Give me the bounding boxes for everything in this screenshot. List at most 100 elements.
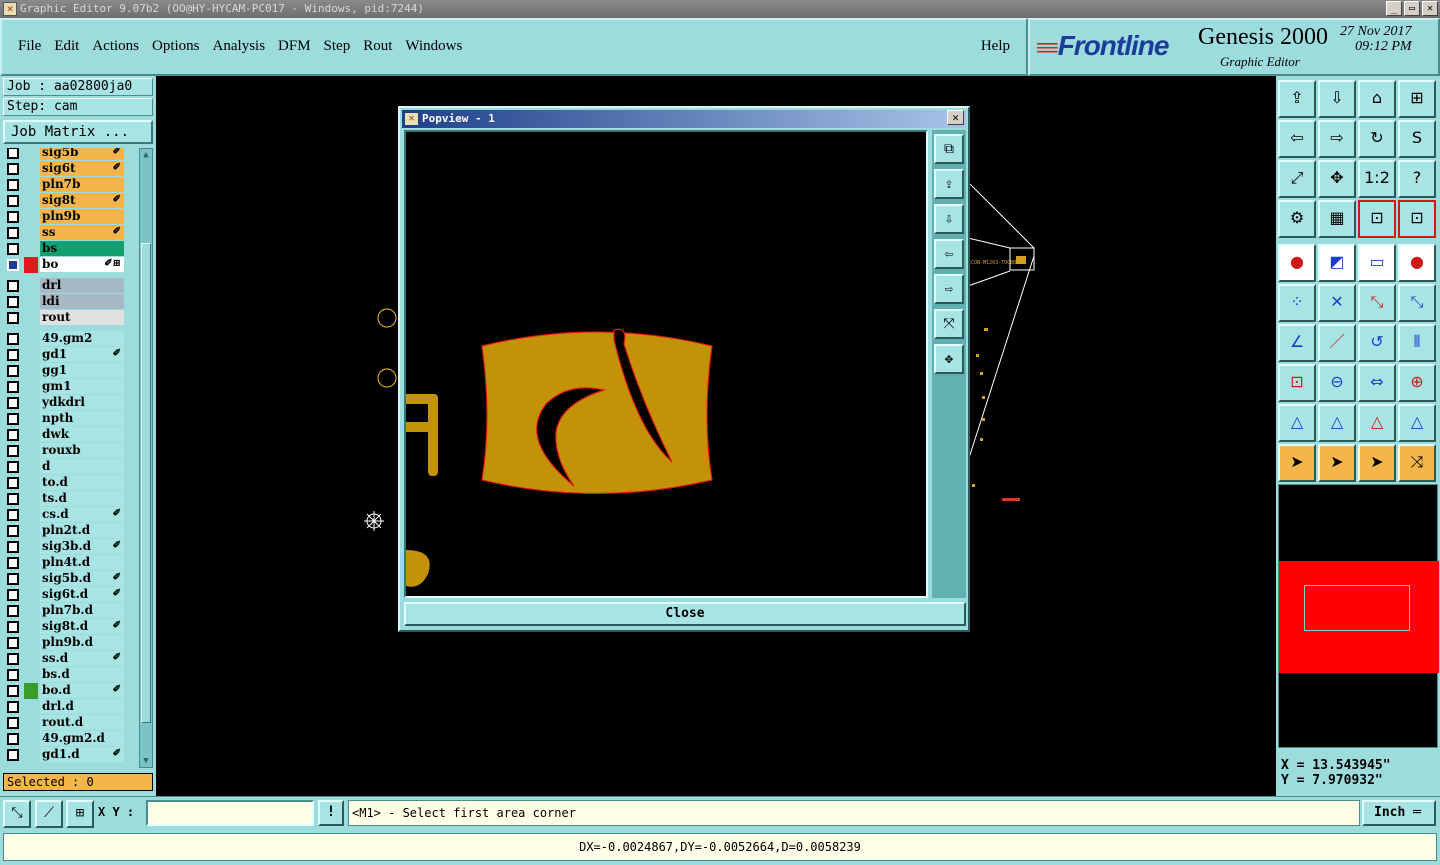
exclamation-button[interactable]: ! xyxy=(318,800,344,826)
view-tool-button[interactable]: ▦ xyxy=(1318,200,1356,238)
layer-display-checkbox[interactable] xyxy=(7,541,19,553)
layer-name[interactable]: sig3b.d ✐ xyxy=(40,539,124,554)
scrollbar-thumb[interactable] xyxy=(141,243,151,723)
layer-affected-marker[interactable] xyxy=(24,331,38,347)
layer-display-checkbox[interactable] xyxy=(7,717,19,729)
layer-row[interactable]: sig5b ✐ xyxy=(3,148,137,161)
layer-affected-marker[interactable] xyxy=(24,619,38,635)
layer-affected-marker[interactable] xyxy=(24,148,38,161)
layer-display-checkbox[interactable] xyxy=(7,493,19,505)
layer-row[interactable]: rouxb xyxy=(3,443,137,459)
layer-affected-marker[interactable] xyxy=(24,539,38,555)
minimize-button[interactable]: _ xyxy=(1386,1,1402,16)
layer-affected-marker[interactable] xyxy=(24,747,38,763)
layer-display-checkbox[interactable] xyxy=(7,669,19,681)
layer-name[interactable]: cs.d ✐ xyxy=(40,507,124,522)
layer-row[interactable]: gm1 xyxy=(3,379,137,395)
layer-affected-marker[interactable] xyxy=(24,427,38,443)
layer-affected-marker[interactable] xyxy=(24,294,38,310)
layer-row[interactable]: to.d xyxy=(3,475,137,491)
layer-name[interactable]: gd1.d ✐ xyxy=(40,747,124,762)
layer-name[interactable]: sig5b ✐ xyxy=(40,148,124,160)
layer-name[interactable]: ldi xyxy=(40,294,124,309)
popview-tool-button[interactable]: ✥ xyxy=(934,344,964,374)
layer-display-checkbox[interactable] xyxy=(7,445,19,457)
edit-tool-button[interactable]: ∠ xyxy=(1278,324,1316,362)
measure-icon[interactable]: ⟋ xyxy=(35,800,63,828)
layer-name[interactable]: ydkdrl xyxy=(40,395,124,410)
layer-row[interactable]: ldi xyxy=(3,294,137,310)
layer-name[interactable]: bs.d xyxy=(40,667,124,682)
layer-row[interactable]: sig5b.d ✐ xyxy=(3,571,137,587)
layer-row[interactable]: pln7b xyxy=(3,177,137,193)
layer-name[interactable]: bs xyxy=(40,241,124,256)
layer-row[interactable]: drl.d xyxy=(3,699,137,715)
edit-tool-button[interactable]: ● xyxy=(1398,244,1436,282)
edit-tool-button[interactable]: ⤨ xyxy=(1398,444,1436,482)
popview-tool-button[interactable]: ⤧ xyxy=(934,309,964,339)
layer-display-checkbox[interactable] xyxy=(7,461,19,473)
layer-row[interactable]: sig6t.d ✐ xyxy=(3,587,137,603)
layer-row[interactable]: pln4t.d xyxy=(3,555,137,571)
layer-display-checkbox[interactable] xyxy=(7,525,19,537)
layer-row[interactable]: bs.d xyxy=(3,667,137,683)
maximize-button[interactable]: ▭ xyxy=(1404,1,1420,16)
layer-name[interactable]: sig6t ✐ xyxy=(40,161,124,176)
menu-step[interactable]: Step xyxy=(320,38,360,55)
layer-display-checkbox[interactable] xyxy=(7,163,19,175)
layer-name[interactable]: rout xyxy=(40,310,124,325)
layer-affected-marker[interactable] xyxy=(24,699,38,715)
popview-canvas[interactable] xyxy=(404,130,928,598)
layer-affected-marker[interactable] xyxy=(24,459,38,475)
popview-tool-button[interactable]: ⧉ xyxy=(934,134,964,164)
menu-options[interactable]: Options xyxy=(148,38,209,55)
layer-affected-marker[interactable] xyxy=(24,715,38,731)
layer-display-checkbox[interactable] xyxy=(7,637,19,649)
layer-row[interactable]: bo.d ✐ xyxy=(3,683,137,699)
layer-display-checkbox[interactable] xyxy=(7,701,19,713)
edit-tool-button[interactable]: △ xyxy=(1398,404,1436,442)
scroll-down-icon[interactable]: ▼ xyxy=(140,755,152,767)
scroll-up-icon[interactable]: ▲ xyxy=(140,149,152,161)
layer-affected-marker[interactable] xyxy=(24,411,38,427)
layer-affected-marker[interactable] xyxy=(24,555,38,571)
layer-affected-marker[interactable] xyxy=(24,193,38,209)
layer-row[interactable]: npth xyxy=(3,411,137,427)
layer-affected-marker[interactable] xyxy=(24,475,38,491)
layer-row[interactable]: ss.d ✐ xyxy=(3,651,137,667)
layer-display-checkbox[interactable] xyxy=(7,195,19,207)
layer-name[interactable]: bo ✐⊞ xyxy=(40,257,124,272)
layer-affected-marker[interactable] xyxy=(24,257,38,273)
layer-name[interactable]: rouxb xyxy=(40,443,124,458)
snap-icon[interactable]: ⤡ xyxy=(3,800,31,828)
layer-affected-marker[interactable] xyxy=(24,731,38,747)
view-tool-button[interactable]: ⊞ xyxy=(1398,80,1436,118)
job-matrix-button[interactable]: Job Matrix ... xyxy=(3,120,153,144)
layer-display-checkbox[interactable] xyxy=(7,685,19,697)
layer-display-checkbox[interactable] xyxy=(7,227,19,239)
layer-display-checkbox[interactable] xyxy=(7,148,19,159)
layer-name[interactable]: sig8t.d ✐ xyxy=(40,619,124,634)
edit-tool-button[interactable]: ▭ xyxy=(1358,244,1396,282)
layer-row[interactable]: gg1 xyxy=(3,363,137,379)
layer-name[interactable]: to.d xyxy=(40,475,124,490)
popview-close-icon[interactable]: ✕ xyxy=(947,110,964,125)
menu-rout[interactable]: Rout xyxy=(359,38,401,55)
layer-affected-marker[interactable] xyxy=(24,278,38,294)
view-tool-button[interactable]: ⊡ xyxy=(1358,200,1396,238)
layer-display-checkbox[interactable] xyxy=(7,589,19,601)
view-tool-button[interactable]: ↻ xyxy=(1358,120,1396,158)
layer-name[interactable]: npth xyxy=(40,411,124,426)
layer-affected-marker[interactable] xyxy=(24,310,38,326)
edit-tool-button[interactable]: ⫴ xyxy=(1398,324,1436,362)
layer-affected-marker[interactable] xyxy=(24,491,38,507)
view-tool-button[interactable]: 1:2 xyxy=(1358,160,1396,198)
layer-name[interactable]: d xyxy=(40,459,124,474)
layer-display-checkbox[interactable] xyxy=(7,509,19,521)
edit-tool-button[interactable]: ⊕ xyxy=(1398,364,1436,402)
edit-tool-button[interactable]: ⁘ xyxy=(1278,284,1316,322)
edit-tool-button[interactable]: ● xyxy=(1278,244,1316,282)
layer-display-checkbox[interactable] xyxy=(7,397,19,409)
layer-row[interactable]: sig8t ✐ xyxy=(3,193,137,209)
edit-tool-button[interactable]: ➤ xyxy=(1278,444,1316,482)
